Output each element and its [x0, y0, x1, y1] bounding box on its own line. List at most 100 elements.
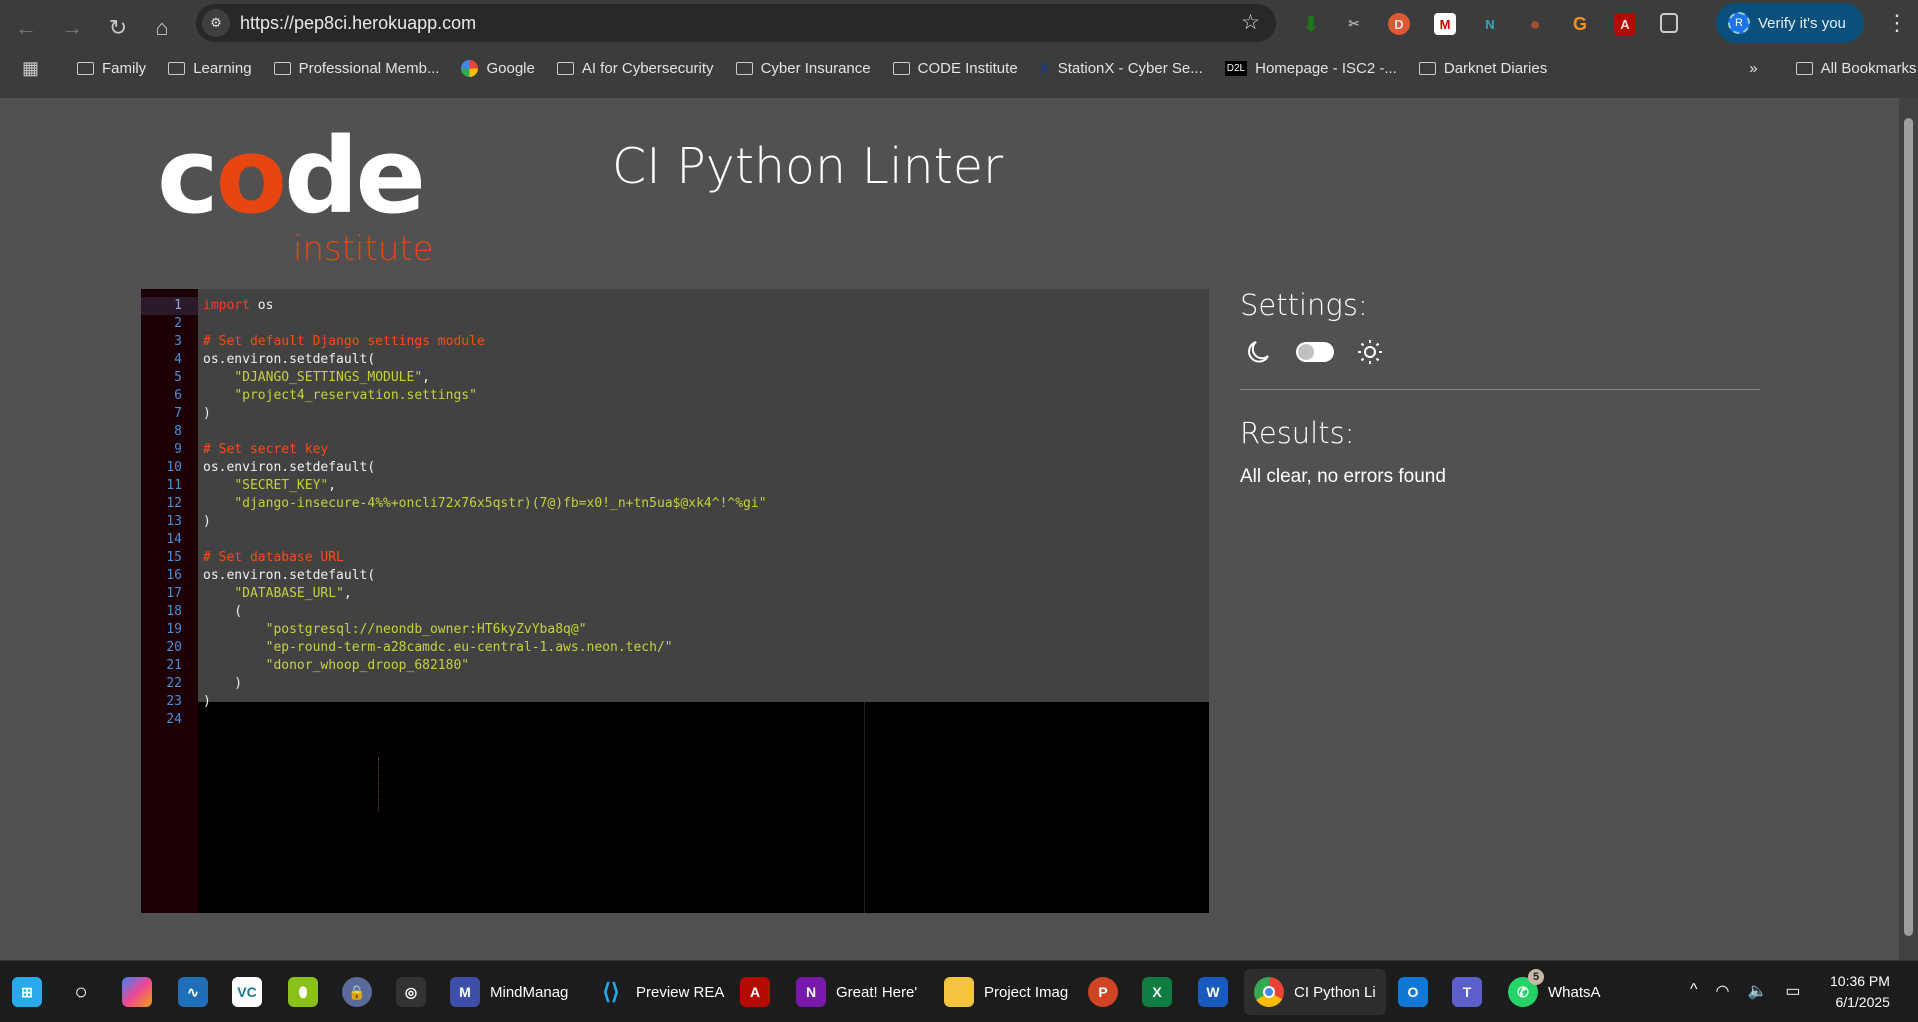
extension-icon[interactable]: ✂: [1343, 13, 1365, 35]
code-line[interactable]: ): [203, 513, 211, 531]
bookmark-cyber-insurance[interactable]: Cyber Insurance: [735, 60, 871, 77]
line-number: 3: [174, 334, 182, 349]
taskbar-app-mindmanager[interactable]: M MindManag: [450, 975, 568, 1009]
code-line[interactable]: "DATABASE_URL",: [203, 585, 352, 603]
bookmark-star-icon[interactable]: ☆: [1241, 10, 1260, 35]
theme-toggle[interactable]: [1296, 342, 1334, 362]
veracrypt-button[interactable]: VC: [232, 975, 262, 1009]
volume-icon[interactable]: 🔈: [1747, 981, 1767, 1001]
code-line[interactable]: "project4_reservation.settings": [203, 387, 477, 405]
code-line[interactable]: (: [203, 603, 242, 621]
bookmark-google[interactable]: Google: [461, 59, 535, 77]
code-token-id: ,: [328, 478, 337, 493]
line-number: 19: [166, 622, 182, 637]
app-button[interactable]: ◎: [396, 975, 426, 1009]
powerpoint-button[interactable]: P: [1088, 975, 1118, 1009]
bookmark-label: Google: [486, 59, 535, 77]
results-message: All clear, no errors found: [1240, 466, 1446, 487]
bookmark-professional[interactable]: Professional Memb...: [273, 60, 439, 77]
apps-grid-icon[interactable]: ▦: [22, 58, 39, 79]
wifi-icon[interactable]: ◠: [1716, 981, 1730, 1001]
download-extension-icon[interactable]: ⬇: [1300, 13, 1322, 36]
bookmark-darknet-diaries[interactable]: Darknet Diaries: [1418, 60, 1547, 77]
code-editor[interactable]: 1 2 3 4 5 6 7 8 9 10 11 12 13 14 15 16 17 18 19 20 21 22 23 24 …: [141, 289, 1209, 913]
app-button[interactable]: ⬮: [288, 975, 318, 1009]
folder-icon: [892, 61, 910, 75]
code-line[interactable]: import os: [203, 297, 273, 315]
bookmark-family[interactable]: Family: [77, 60, 146, 77]
chrome-icon: [1254, 977, 1284, 1007]
bookmark-code-institute[interactable]: CODE Institute: [892, 60, 1018, 77]
whatsapp-icon: ✆ 5: [1508, 969, 1544, 1007]
code-line[interactable]: os.environ.setdefault(: [203, 351, 375, 369]
mcafee-extension-icon[interactable]: M: [1434, 13, 1456, 35]
code-token-id: ): [203, 676, 243, 691]
bookmark-ai-cybersecurity[interactable]: AI for Cybersecurity: [556, 60, 714, 77]
code-line[interactable]: # Set database URL: [203, 549, 344, 567]
all-bookmarks[interactable]: All Bookmarks: [1795, 60, 1916, 77]
code-line[interactable]: "ep-round-term-a28camdc.eu-central-1.aws…: [203, 639, 673, 657]
bookmark-learning[interactable]: Learning: [168, 60, 252, 77]
g-extension-icon[interactable]: G: [1569, 13, 1591, 35]
code-line[interactable]: ): [203, 675, 242, 693]
code-line[interactable]: "DJANGO_SETTINGS_MODULE",: [203, 369, 430, 387]
site-settings-icon[interactable]: ⚙: [202, 9, 230, 37]
cookie-extension-icon[interactable]: ●: [1524, 13, 1546, 35]
veracrypt-icon: VC: [232, 977, 262, 1007]
word-button[interactable]: W: [1198, 975, 1228, 1009]
page-scrollbar[interactable]: [1899, 98, 1918, 960]
d2l-icon: D2L: [1224, 60, 1248, 76]
duckduckgo-extension-icon[interactable]: D: [1388, 13, 1410, 35]
forward-button[interactable]: →: [54, 10, 90, 46]
taskbar-app-chrome[interactable]: CI Python Li: [1244, 969, 1386, 1015]
address-bar[interactable]: ⚙ https://pep8ci.herokuapp.com ☆: [196, 4, 1276, 42]
code-line[interactable]: "postgresql://neondb_owner:HT6kyZvYba8q@…: [203, 621, 587, 639]
system-tray: ^ ◠ 🔈 ▭: [1690, 981, 1801, 1001]
chevron-up-icon[interactable]: ^: [1690, 981, 1698, 1001]
code-line[interactable]: ): [203, 405, 211, 423]
results-heading: Results:: [1240, 416, 1355, 450]
taskbar-app-explorer[interactable]: Project Imag: [944, 975, 1068, 1009]
taskbar-app-onenote[interactable]: N Great! Here': [796, 975, 917, 1009]
browser-menu-icon[interactable]: ⋮: [1886, 10, 1908, 36]
taskbar-app-whatsapp[interactable]: ✆ 5 WhatsA: [1508, 969, 1601, 1009]
code-line[interactable]: os.environ.setdefault(: [203, 567, 375, 585]
bookmark-isc2[interactable]: D2L Homepage - ISC2 -...: [1224, 60, 1397, 77]
back-button[interactable]: ←: [8, 10, 44, 46]
n-extension-icon[interactable]: N: [1479, 13, 1501, 35]
app-label: Project Imag: [984, 983, 1069, 1001]
extensions-puzzle-icon[interactable]: [1660, 13, 1678, 33]
code-line[interactable]: # Set secret key: [203, 441, 328, 459]
excel-button[interactable]: X: [1142, 975, 1172, 1009]
code-token-id: ,: [343, 586, 352, 601]
reload-button[interactable]: ↻: [100, 10, 136, 46]
code-token-cm: # Set default Django settings module: [203, 334, 485, 349]
acrobat-button[interactable]: A: [740, 975, 770, 1009]
url-text[interactable]: https://pep8ci.herokuapp.com: [240, 13, 476, 34]
bookmark-stationx[interactable]: X StationX - Cyber Se...: [1040, 60, 1203, 77]
code-line[interactable]: "django-insecure-4%%+oncli72x76x5qstr)(7…: [203, 495, 766, 513]
scrollbar-thumb[interactable]: [1904, 118, 1913, 936]
teams-button[interactable]: T: [1452, 975, 1482, 1009]
app-button[interactable]: ∿: [178, 975, 208, 1009]
taskbar-app-vscode[interactable]: ⟨⟩ Preview REA: [596, 975, 724, 1009]
acrobat-extension-icon[interactable]: A: [1614, 13, 1636, 35]
home-button[interactable]: ⌂: [144, 10, 180, 46]
search-button[interactable]: ○: [66, 975, 96, 1009]
clock[interactable]: 10:36 PM 6/1/2025: [1830, 971, 1890, 1013]
code-line[interactable]: ): [203, 693, 211, 711]
clock-time: 10:36 PM: [1830, 973, 1890, 989]
line-number: 11: [166, 478, 182, 493]
word-icon: W: [1198, 977, 1228, 1007]
code-line[interactable]: # Set default Django settings module: [203, 333, 485, 351]
start-button[interactable]: ⊞: [12, 975, 42, 1009]
keepass-button[interactable]: 🔒: [342, 975, 372, 1009]
battery-icon[interactable]: ▭: [1785, 981, 1800, 1001]
code-line[interactable]: "donor_whoop_droop_682180": [203, 657, 470, 675]
verify-profile-button[interactable]: R Verify it's you: [1716, 3, 1864, 43]
copilot-button[interactable]: [122, 975, 152, 1009]
code-line[interactable]: "SECRET_KEY",: [203, 477, 336, 495]
outlook-button[interactable]: O: [1398, 975, 1428, 1009]
more-bookmarks-button[interactable]: »: [1749, 60, 1757, 77]
code-line[interactable]: os.environ.setdefault(: [203, 459, 375, 477]
